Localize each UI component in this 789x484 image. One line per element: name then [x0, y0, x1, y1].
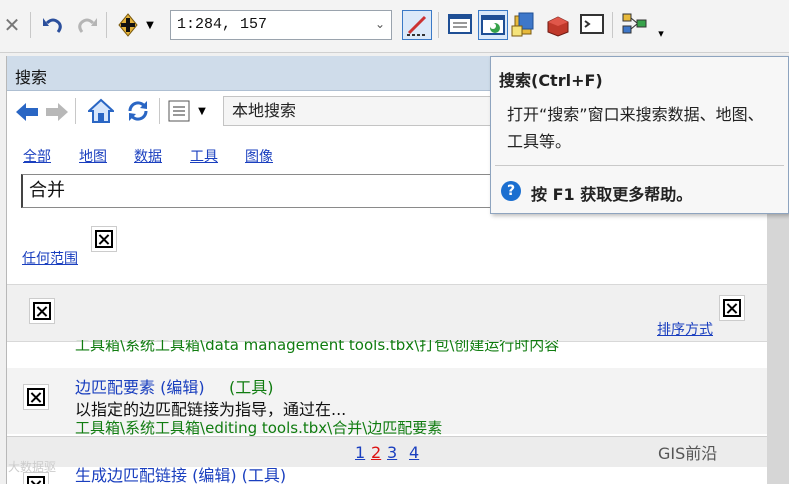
overflow-icon[interactable]: ▾	[654, 24, 668, 42]
results-scrollbar[interactable]	[767, 174, 789, 484]
tooltip-divider	[495, 165, 784, 166]
map-scale-combobox[interactable]: 1:284, 157 ⌄	[170, 10, 392, 40]
map-scale-value: 1:284, 157	[177, 16, 268, 33]
search-location-field[interactable]: 本地搜索	[223, 96, 513, 126]
search-tooltip: 搜索(Ctrl+F) 打开“搜索”窗口来搜索数据、地图、工具等。 ? 按 F1 …	[490, 56, 789, 214]
tooltip-help: 按 F1 获取更多帮助。	[531, 185, 693, 204]
page-link-4[interactable]: 4	[409, 443, 419, 462]
modelbuilder-icon[interactable]	[620, 10, 650, 40]
filter-images[interactable]: 图像	[245, 146, 273, 166]
missing-image-icon	[29, 298, 55, 324]
result-item[interactable]: 工具箱\系统工具箱\data management tools.tbx\打包\创…	[7, 340, 767, 366]
search-panel-title: 搜索	[15, 68, 48, 87]
undo-icon[interactable]	[40, 12, 66, 38]
scope-link[interactable]: 任何范围	[22, 248, 78, 268]
editor-toolbar-button[interactable]	[402, 10, 432, 40]
nav-separator	[75, 98, 76, 124]
page-link-3[interactable]: 3	[387, 443, 397, 462]
main-toolbar: ✕ ▼ 1:284, 157 ⌄ ▾	[0, 0, 789, 53]
redo-icon[interactable]	[74, 12, 100, 38]
add-data-icon[interactable]	[114, 11, 142, 39]
forward-arrow-icon[interactable]	[45, 100, 69, 124]
list-view-icon[interactable]	[167, 99, 191, 123]
toolbar-separator	[30, 12, 31, 38]
catalog-icon[interactable]	[510, 10, 540, 40]
missing-image-icon	[23, 384, 49, 410]
result-kind: (工具)	[229, 378, 274, 397]
close-icon[interactable]: ✕	[2, 13, 22, 37]
result-path: 工具箱\系统工具箱\data management tools.tbx\打包\创…	[75, 340, 560, 354]
filter-all[interactable]: 全部	[23, 146, 51, 166]
watermark-right: GIS前沿	[658, 444, 718, 463]
tooltip-title: 搜索(Ctrl+F)	[499, 71, 603, 90]
page-link-2[interactable]: 2	[371, 443, 381, 462]
results-header: 排序方式	[7, 284, 767, 342]
missing-image-icon	[91, 226, 117, 252]
back-arrow-icon[interactable]	[15, 100, 39, 124]
tooltip-body: 打开“搜索”窗口来搜索数据、地图、工具等。	[507, 105, 764, 151]
result-item[interactable]: 生成边匹配链接 (编辑) (工具)	[7, 466, 767, 484]
search-input[interactable]: 合并	[21, 174, 521, 208]
result-title[interactable]: 生成边匹配链接 (编辑) (工具)	[75, 466, 286, 484]
result-path: 工具箱\系统工具箱\editing tools.tbx\合并\边匹配要素	[75, 419, 443, 437]
results-pager: 1 2 3 4	[7, 436, 767, 467]
nav-separator	[159, 98, 160, 124]
home-icon[interactable]	[87, 97, 115, 125]
result-item[interactable]: 边匹配要素 (编辑) (工具) 以指定的边匹配链接为指导，通过在... 工具箱\…	[7, 368, 767, 437]
search-query: 合并	[29, 180, 65, 201]
search-window-icon[interactable]	[478, 10, 508, 40]
result-title[interactable]: 边匹配要素 (编辑)	[75, 374, 205, 398]
toolbar-separator	[438, 12, 439, 38]
sort-link[interactable]: 排序方式	[657, 319, 713, 339]
filter-maps[interactable]: 地图	[79, 146, 107, 166]
refresh-icon[interactable]	[125, 98, 151, 124]
search-location-value: 本地搜索	[232, 101, 297, 120]
view-dropdown-icon[interactable]: ▼	[195, 104, 209, 118]
help-icon: ?	[501, 181, 521, 201]
arctoolbox-icon[interactable]	[544, 10, 574, 40]
page-link-1[interactable]: 1	[355, 443, 365, 462]
dropdown-icon[interactable]: ▼	[144, 18, 156, 32]
toolbar-separator	[612, 12, 613, 38]
python-icon[interactable]	[578, 10, 608, 40]
chevron-down-icon[interactable]: ⌄	[375, 11, 385, 39]
missing-image-icon	[719, 295, 745, 321]
filter-tools[interactable]: 工具	[190, 146, 218, 166]
filter-data[interactable]: 数据	[134, 146, 162, 166]
watermark-left: 大数据驱	[8, 460, 57, 474]
table-of-contents-icon[interactable]	[446, 10, 476, 40]
toolbar-separator	[106, 12, 107, 38]
